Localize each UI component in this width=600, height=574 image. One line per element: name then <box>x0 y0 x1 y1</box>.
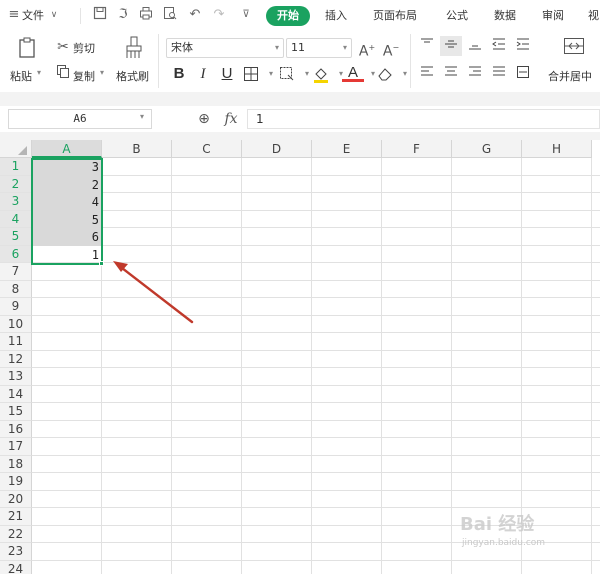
menu-bar: ≡ 文件 ∨ ℑ ↶ ↷ ⊽ 开始 插入 页面布局 公式 数据 审阅 视 <box>0 0 600 30</box>
increase-font-icon[interactable]: A+ <box>358 39 376 61</box>
align-right-icon[interactable] <box>464 64 486 84</box>
font-name-select[interactable]: 宋体 ▾ <box>166 38 284 58</box>
toolbar-gap <box>0 132 600 140</box>
zoom-icon[interactable]: ⊕ <box>195 110 213 128</box>
copy-dropdown-icon[interactable]: ▾ <box>100 68 104 77</box>
save-icon[interactable] <box>92 6 108 24</box>
chevron-down-icon: ▾ <box>274 43 279 52</box>
align-top-icon[interactable] <box>416 36 438 56</box>
file-menu[interactable]: 文件 <box>22 7 44 25</box>
spreadsheet-grid[interactable]: ABCDEFGH 1 2 3 4 5 6 7 8 9 10 11 12 13 14 15 16 17 18 19 20… <box>0 140 600 574</box>
format-painter-button[interactable]: 格式刷 <box>116 68 149 84</box>
underline-icon[interactable]: U <box>216 64 238 84</box>
watermark-logo: Bai 经验 <box>460 514 535 535</box>
italic-icon[interactable]: I <box>192 64 214 84</box>
formula-bar: A6 ▾ ⊕ fx 1 <box>0 106 600 132</box>
cell-style-icon[interactable] <box>276 64 298 84</box>
scissors-icon[interactable]: ✂ <box>55 38 71 56</box>
formula-input[interactable]: 1 <box>247 109 600 129</box>
chevron-down-icon: ▾ <box>342 43 347 52</box>
bold-icon[interactable]: B <box>168 64 190 84</box>
watermark-url: jingyan.baidu.com <box>462 538 546 548</box>
chevron-down-icon[interactable]: ∨ <box>46 6 62 24</box>
font-name-value: 宋体 <box>171 41 193 54</box>
brush-icon[interactable] <box>122 36 146 60</box>
merge-center-button[interactable]: 合并居中 <box>548 68 592 84</box>
font-size-value: 11 <box>291 41 305 54</box>
distribute-icon[interactable] <box>512 64 534 84</box>
eraser-icon[interactable] <box>374 64 396 84</box>
eraser-dropdown-icon[interactable]: ▾ <box>394 64 416 84</box>
print-preview-icon[interactable] <box>162 6 178 24</box>
font-size-select[interactable]: 11 ▾ <box>286 38 352 58</box>
tab-data[interactable]: 数据 <box>494 7 516 25</box>
toolbar-gap <box>0 92 600 106</box>
align-left-icon[interactable] <box>416 64 438 84</box>
copy-button[interactable]: 复制 <box>73 68 95 84</box>
name-box[interactable]: A6 <box>8 109 152 129</box>
undo-icon[interactable]: ↶ <box>187 6 203 24</box>
more-icon[interactable]: ⊽ <box>238 6 254 24</box>
borders-icon[interactable] <box>240 64 262 84</box>
fill-color-icon[interactable] <box>310 64 332 84</box>
decrease-font-icon[interactable]: A− <box>382 39 400 61</box>
tab-home[interactable]: 开始 <box>266 6 310 26</box>
paste-icon[interactable] <box>15 36 41 60</box>
font-color-icon[interactable]: A <box>342 64 364 82</box>
paste-dropdown-icon[interactable]: ▾ <box>37 68 41 77</box>
paste-button[interactable]: 粘贴 <box>10 68 32 84</box>
tab-insert[interactable]: 插入 <box>325 7 347 25</box>
ribbon-toolbar: 粘贴 ▾ ✂ 剪切 复制 ▾ 格式刷 宋体 ▾ 11 ▾ A+ A− B I U… <box>0 30 600 92</box>
justify-icon[interactable] <box>488 64 510 84</box>
redo-icon[interactable]: ↷ <box>211 6 227 24</box>
tab-review[interactable]: 审阅 <box>542 7 564 25</box>
align-bottom-icon[interactable] <box>464 36 486 56</box>
tab-formulas[interactable]: 公式 <box>446 7 468 25</box>
align-middle-icon[interactable] <box>440 36 462 56</box>
align-center-icon[interactable] <box>440 64 462 84</box>
annotation-arrow <box>113 261 194 324</box>
divider <box>158 34 159 88</box>
chevron-down-icon[interactable]: ▾ <box>140 112 144 121</box>
increase-indent-icon[interactable] <box>512 36 534 56</box>
decrease-indent-icon[interactable] <box>488 36 510 56</box>
menu-icon[interactable]: ≡ <box>6 6 22 24</box>
divider <box>410 34 411 88</box>
tab-page-layout[interactable]: 页面布局 <box>373 7 417 25</box>
divider <box>80 8 81 24</box>
print-icon[interactable] <box>138 6 154 24</box>
cut-button[interactable]: 剪切 <box>73 40 95 56</box>
copy-icon[interactable] <box>55 64 71 83</box>
fx-icon[interactable]: fx <box>221 109 241 129</box>
format-painter-icon[interactable]: ℑ <box>115 6 131 24</box>
merge-center-icon[interactable] <box>562 36 586 58</box>
tab-view[interactable]: 视 <box>588 7 599 25</box>
